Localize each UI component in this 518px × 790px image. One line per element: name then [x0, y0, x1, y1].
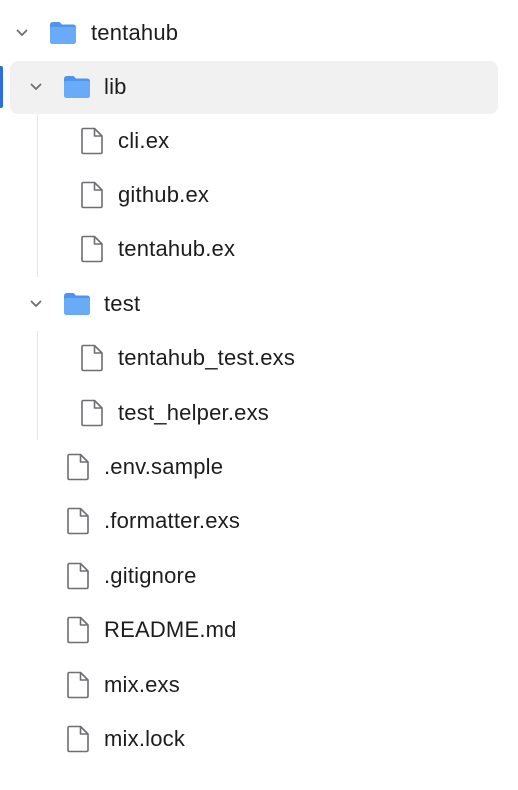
tree-item-label: .gitignore	[104, 563, 197, 588]
tree-item-label: mix.exs	[104, 672, 180, 697]
tree-item-lib[interactable]: lib	[0, 60, 518, 114]
file-icon	[67, 616, 89, 644]
tree-item-file[interactable]: .env.sample	[0, 440, 518, 494]
file-icon	[81, 399, 103, 427]
file-icon	[81, 127, 103, 155]
folder-icon	[64, 76, 90, 98]
tree-item-file[interactable]: mix.lock	[0, 712, 518, 766]
tree-item-file[interactable]: tentahub_test.exs	[0, 331, 518, 385]
tree-item-file[interactable]: test_helper.exs	[0, 386, 518, 440]
tree-item-label: mix.lock	[104, 726, 186, 751]
chevron-down-icon[interactable]	[14, 25, 30, 41]
tree-item-file[interactable]: mix.exs	[0, 658, 518, 712]
chevron-down-icon[interactable]	[28, 296, 44, 312]
tree-item-label: .formatter.exs	[104, 508, 241, 533]
folder-icon	[50, 22, 76, 44]
tree-item-tentahub[interactable]: tentahub	[0, 6, 518, 60]
tree-item-file[interactable]: README.md	[0, 603, 518, 657]
file-icon	[67, 562, 89, 590]
tree-item-file[interactable]: cli.ex	[0, 114, 518, 168]
file-icon	[81, 235, 103, 263]
file-icon	[81, 181, 103, 209]
file-icon	[67, 507, 89, 535]
file-tree: tentahub lib cli.ex github.ex tentahub.e…	[0, 0, 518, 790]
tree-item-label: lib	[104, 74, 127, 99]
tree-item-label: github.ex	[118, 182, 210, 207]
tree-item-file[interactable]: tentahub.ex	[0, 222, 518, 276]
tree-item-label: test	[104, 291, 141, 316]
focus-indicator	[0, 66, 3, 108]
file-icon	[67, 725, 89, 753]
tree-item-label: cli.ex	[118, 128, 170, 153]
tree-item-file[interactable]: .gitignore	[0, 549, 518, 603]
tree-item-label: tentahub	[91, 20, 179, 45]
folder-icon	[64, 293, 90, 315]
tree-item-file[interactable]: github.ex	[0, 168, 518, 222]
file-icon	[67, 453, 89, 481]
chevron-down-icon[interactable]	[28, 79, 44, 95]
tree-item-file[interactable]: .formatter.exs	[0, 494, 518, 548]
tree-item-test[interactable]: test	[0, 277, 518, 331]
tree-item-label: README.md	[104, 617, 237, 642]
tree-item-label: .env.sample	[104, 454, 224, 479]
tree-item-label: test_helper.exs	[118, 400, 269, 425]
file-icon	[81, 344, 103, 372]
tree-item-label: tentahub_test.exs	[118, 345, 296, 370]
file-icon	[67, 671, 89, 699]
tree-item-label: tentahub.ex	[118, 236, 236, 261]
